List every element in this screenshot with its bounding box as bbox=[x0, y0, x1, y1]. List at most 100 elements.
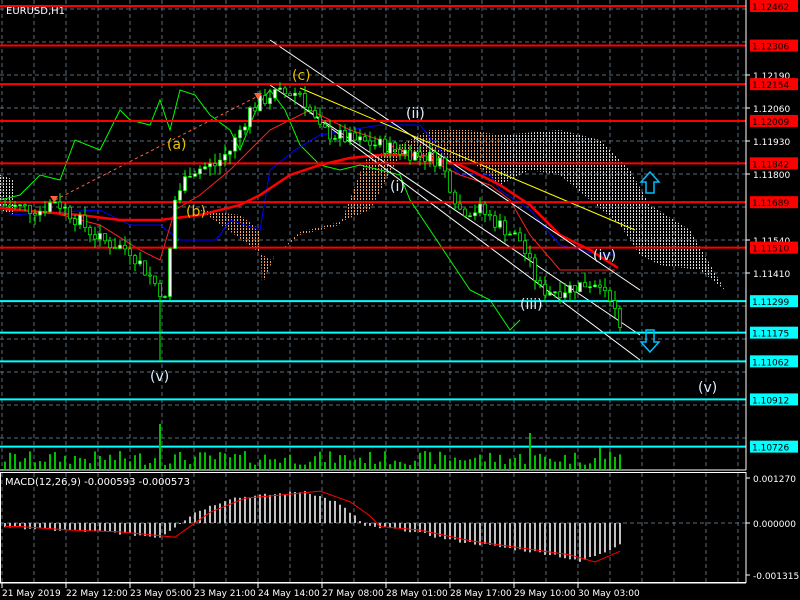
time-tick-label: 22 May 12:00 bbox=[66, 589, 128, 599]
volume-bar bbox=[604, 458, 606, 469]
candle-body bbox=[513, 232, 517, 235]
macd-histogram-bar bbox=[494, 523, 496, 546]
volume-bar bbox=[564, 454, 566, 469]
macd-histogram-bar bbox=[524, 523, 526, 552]
price-tick-label: 1.11800 bbox=[753, 171, 790, 181]
candle-body bbox=[378, 138, 382, 146]
volume-bar bbox=[594, 458, 596, 469]
candle-body bbox=[158, 283, 162, 297]
macd-histogram-bar bbox=[244, 496, 246, 523]
macd-histogram-bar bbox=[459, 523, 461, 543]
candle-body bbox=[563, 292, 567, 298]
candle-body bbox=[18, 204, 22, 207]
volume-bar bbox=[84, 458, 86, 469]
volume-bar bbox=[189, 464, 191, 469]
candle-body bbox=[508, 233, 512, 236]
wave-label-iii: (iii) bbox=[520, 297, 543, 313]
volume-bar bbox=[359, 457, 361, 469]
candle-body bbox=[403, 149, 407, 155]
candle-body bbox=[533, 257, 537, 281]
candle-body bbox=[308, 106, 312, 111]
volume-bar bbox=[614, 456, 616, 469]
macd-histogram-bar bbox=[134, 523, 136, 536]
volume-bar bbox=[9, 452, 11, 469]
candle-body bbox=[283, 87, 287, 95]
macd-histogram-bar bbox=[594, 523, 596, 557]
macd-signal-line bbox=[5, 490, 621, 563]
candle-body bbox=[8, 204, 12, 207]
time-tick-label: 24 May 14:00 bbox=[258, 589, 320, 599]
macd-histogram-bar bbox=[94, 523, 96, 531]
macd-histogram-bar bbox=[349, 512, 351, 523]
volume-bar bbox=[589, 463, 591, 469]
volume-bar bbox=[454, 457, 456, 469]
macd-histogram-bar bbox=[219, 503, 221, 523]
macd-histogram-bar bbox=[64, 523, 66, 530]
candle-body bbox=[148, 274, 152, 277]
volume-bar bbox=[444, 455, 446, 469]
candle-body bbox=[253, 107, 257, 112]
macd-histogram-bar bbox=[499, 523, 501, 548]
macd-histogram-bar bbox=[234, 497, 236, 523]
macd-histogram-bar bbox=[194, 512, 196, 523]
macd-histogram-bar bbox=[74, 523, 76, 530]
candle-body bbox=[98, 233, 102, 240]
candle-body bbox=[3, 204, 7, 207]
volume-bar bbox=[209, 455, 211, 469]
candle-body bbox=[278, 87, 282, 90]
candle-body bbox=[33, 213, 37, 216]
volume-bar bbox=[539, 453, 541, 469]
candle-body bbox=[463, 208, 467, 217]
volume-bar bbox=[424, 451, 426, 469]
volume-bar bbox=[599, 447, 601, 469]
volume-bar bbox=[559, 461, 561, 469]
candle-body bbox=[458, 203, 462, 210]
wave-label-ii: (ii) bbox=[406, 106, 425, 122]
candle-body bbox=[298, 92, 302, 95]
up-arrow-icon bbox=[639, 170, 661, 194]
macd-histogram-bar bbox=[224, 501, 226, 523]
volume-bar bbox=[344, 455, 346, 469]
candle-body bbox=[413, 151, 417, 161]
candle-body bbox=[338, 129, 342, 139]
macd-histogram-bar bbox=[199, 510, 201, 523]
volume-bar bbox=[119, 451, 121, 469]
volume-bar bbox=[24, 458, 26, 469]
macd-histogram-bar bbox=[269, 494, 271, 523]
resistance-price-label: 1.11842 bbox=[752, 160, 789, 170]
candle-body bbox=[168, 248, 172, 297]
macd-histogram-bar bbox=[504, 523, 506, 548]
macd-histogram-bar bbox=[264, 493, 266, 523]
volume-bar bbox=[319, 451, 321, 469]
candle-body bbox=[38, 210, 42, 216]
candle-body bbox=[183, 176, 187, 191]
volume-bar bbox=[299, 464, 301, 469]
volume-bar bbox=[439, 451, 441, 469]
candle-body bbox=[598, 284, 602, 288]
macd-histogram-bar bbox=[14, 523, 16, 527]
volume-bar bbox=[194, 456, 196, 469]
candle-body bbox=[333, 138, 337, 140]
volume-bar bbox=[619, 454, 621, 469]
trend-lines bbox=[54, 39, 641, 361]
candle-body bbox=[488, 213, 492, 217]
macd-histogram-bar bbox=[599, 523, 601, 555]
volume-bar bbox=[309, 461, 311, 469]
volume-bar bbox=[474, 457, 476, 469]
candle-body bbox=[423, 155, 427, 162]
volume-bar bbox=[404, 463, 406, 469]
volume-bar bbox=[229, 457, 231, 469]
candle-body bbox=[163, 296, 167, 298]
candle-body bbox=[608, 290, 612, 302]
macd-histogram-bar bbox=[19, 523, 21, 527]
volume-bar bbox=[304, 464, 306, 469]
candle-body bbox=[503, 220, 507, 236]
time-tick-label: 23 May 05:00 bbox=[130, 589, 192, 599]
wave-label-i: (i) bbox=[390, 179, 405, 195]
volume-bar bbox=[279, 462, 281, 469]
volume-bar bbox=[384, 451, 386, 469]
volume-bar bbox=[64, 455, 66, 469]
candle-body bbox=[53, 201, 57, 204]
macd-histogram-bar bbox=[119, 523, 121, 535]
macd-histogram-bar bbox=[534, 523, 536, 552]
